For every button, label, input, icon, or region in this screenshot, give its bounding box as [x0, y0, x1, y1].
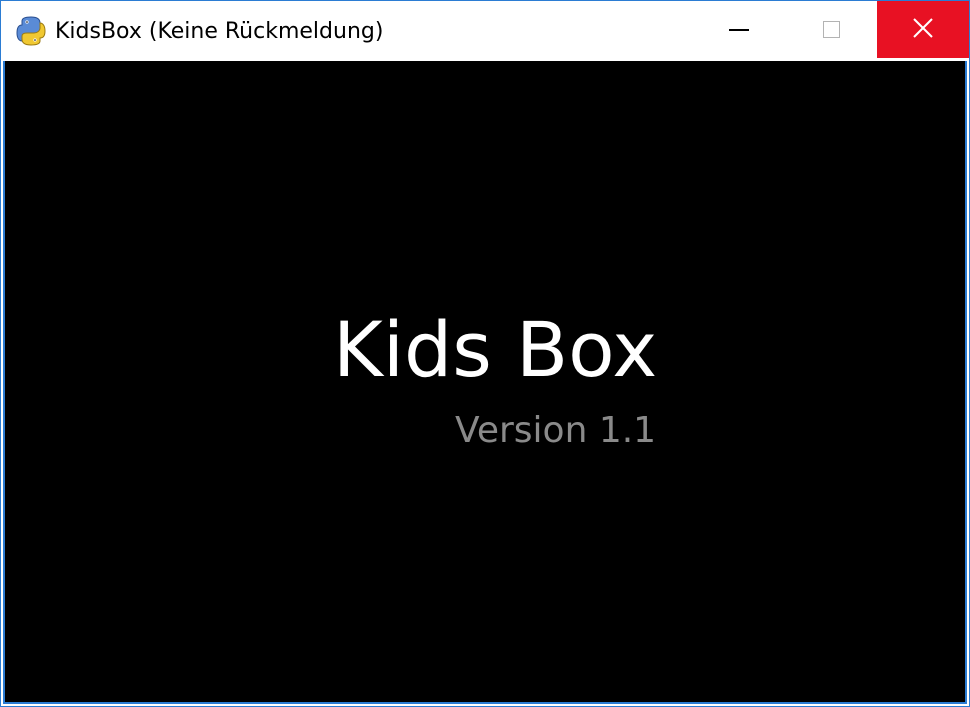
splash-version: Version 1.1 [455, 410, 657, 451]
close-button[interactable] [877, 1, 969, 58]
minimize-icon [729, 28, 749, 31]
maximize-icon [822, 21, 840, 38]
close-icon [912, 17, 934, 43]
title-bar[interactable]: KidsBox (Keine Rückmeldung) [1, 1, 969, 61]
game-canvas[interactable]: Kids Box Version 1.1 [3, 61, 967, 704]
python-snake-icon[interactable] [16, 16, 46, 46]
splash-title: Kids Box [333, 305, 658, 394]
maximize-button[interactable] [785, 1, 877, 58]
app-window: KidsBox (Keine Rückmeldung) Kids Box Ver… [0, 0, 970, 707]
splash-screen: Kids Box Version 1.1 [5, 61, 965, 702]
window-title: KidsBox (Keine Rückmeldung) [55, 19, 384, 44]
minimize-button[interactable] [693, 1, 785, 58]
